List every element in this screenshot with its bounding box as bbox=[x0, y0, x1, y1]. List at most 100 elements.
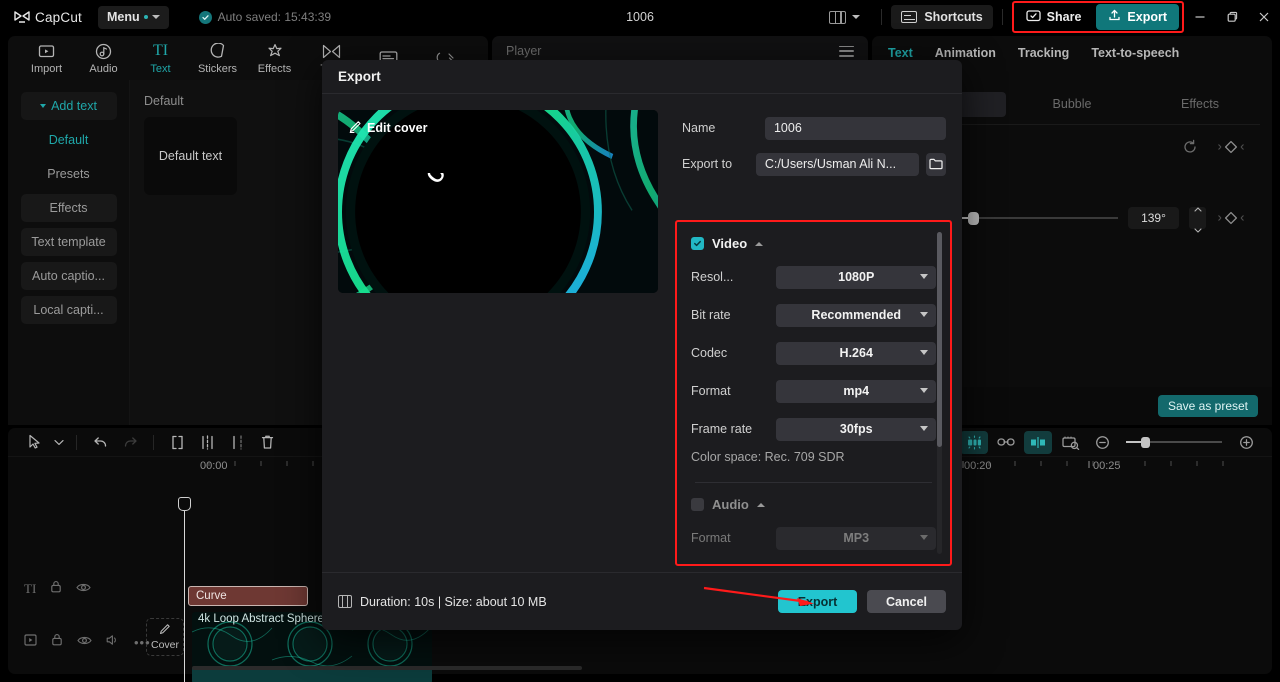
timeline-clip-audio-wave[interactable] bbox=[192, 668, 432, 682]
mute-icon[interactable] bbox=[106, 633, 120, 651]
tool-tab-text[interactable]: TI Text bbox=[132, 42, 189, 75]
visibility-icon[interactable] bbox=[76, 580, 91, 598]
shortcuts-button[interactable]: Shortcuts bbox=[891, 5, 993, 29]
lock-icon[interactable] bbox=[51, 633, 63, 651]
playhead[interactable] bbox=[178, 497, 191, 682]
audio-enable-checkbox[interactable] bbox=[691, 498, 704, 511]
minimize-button[interactable] bbox=[1184, 0, 1216, 34]
zoom-out-icon[interactable] bbox=[1088, 431, 1116, 454]
app-brand-label: CapCut bbox=[35, 9, 82, 25]
delete-icon[interactable] bbox=[252, 429, 282, 455]
keyframe-icon[interactable] bbox=[1216, 210, 1246, 226]
split-right-icon[interactable] bbox=[222, 429, 252, 455]
title-bar: CapCut Menu Auto saved: 15:43:39 1006 Sh… bbox=[0, 0, 1280, 34]
tool-tab-stickers[interactable]: Stickers bbox=[189, 42, 246, 75]
framerate-select[interactable]: 30fps bbox=[776, 417, 936, 441]
name-input[interactable]: 1006 bbox=[764, 116, 946, 140]
link-icon[interactable] bbox=[992, 431, 1020, 454]
cover-curve-word: curve bbox=[423, 173, 503, 190]
select-cursor-icon[interactable] bbox=[20, 429, 50, 455]
subtab-bubble[interactable]: Bubble bbox=[1010, 92, 1134, 117]
sidebar-item-label: Local capti... bbox=[33, 303, 104, 317]
playhead-handle[interactable] bbox=[178, 497, 191, 511]
cover-thumbnail[interactable]: Edit cover curve bbox=[338, 110, 658, 293]
bitrate-row: Bit rate Recommended bbox=[691, 296, 936, 334]
chevron-down-icon bbox=[920, 534, 928, 540]
split-icon[interactable] bbox=[192, 429, 222, 455]
subtab-effects[interactable]: Effects bbox=[1138, 92, 1262, 117]
reset-icon[interactable] bbox=[1182, 139, 1198, 155]
tool-tab-label: Effects bbox=[257, 62, 292, 75]
player-menu-icon[interactable] bbox=[839, 45, 854, 57]
menu-label: Menu bbox=[106, 10, 140, 24]
aspect-ratio-selector[interactable] bbox=[829, 10, 861, 24]
video-enable-checkbox[interactable] bbox=[691, 237, 704, 250]
sidebar-item-default[interactable]: Default bbox=[21, 126, 117, 154]
import-icon bbox=[38, 42, 55, 61]
resolution-select[interactable]: 1080P bbox=[776, 265, 936, 289]
cancel-button[interactable]: Cancel bbox=[867, 590, 946, 613]
edit-cover-button[interactable]: Edit cover bbox=[349, 120, 427, 136]
close-button[interactable] bbox=[1248, 0, 1280, 34]
chevron-up-icon[interactable] bbox=[756, 502, 765, 507]
chevron-up-icon[interactable] bbox=[755, 241, 764, 246]
tab-text-to-speech[interactable]: Text-to-speech bbox=[1091, 46, 1179, 60]
mirror-icon[interactable] bbox=[1056, 431, 1084, 454]
share-button[interactable]: Share bbox=[1017, 5, 1091, 30]
save-as-preset-button[interactable]: Save as preset bbox=[1157, 395, 1258, 417]
zoom-slider-handle[interactable] bbox=[1141, 436, 1150, 448]
menu-button[interactable]: Menu bbox=[97, 5, 169, 29]
export-path-input[interactable]: C:/Users/Usman Ali N... bbox=[755, 152, 919, 176]
sidebar-item-auto-captions[interactable]: Auto captio... bbox=[20, 262, 117, 290]
tool-tab-label: Stickers bbox=[197, 62, 238, 75]
cover-button[interactable]: Cover bbox=[146, 618, 184, 656]
format-select[interactable]: mp4 bbox=[776, 379, 936, 403]
sidebar-item-local-captions[interactable]: Local capti... bbox=[20, 296, 117, 324]
tab-text[interactable]: Text bbox=[888, 46, 913, 60]
audio-format-value: MP3 bbox=[843, 531, 870, 545]
settings-scrollbar-thumb[interactable] bbox=[937, 232, 942, 447]
keyframe-icon[interactable] bbox=[1216, 139, 1246, 155]
framerate-label: Frame rate bbox=[691, 422, 753, 436]
timeline-zoom-slider[interactable] bbox=[1126, 436, 1222, 448]
export-button-topbar[interactable]: Export bbox=[1096, 4, 1179, 30]
duration-info: Duration: 10s | Size: about 10 MB bbox=[338, 595, 547, 609]
stepper-up-icon bbox=[1193, 199, 1202, 217]
split-left-icon[interactable] bbox=[162, 429, 192, 455]
tool-tab-audio[interactable]: Audio bbox=[75, 42, 132, 75]
rotation-stepper[interactable] bbox=[1189, 206, 1206, 233]
sidebar-item-text-template[interactable]: Text template bbox=[20, 228, 117, 256]
slider-handle[interactable] bbox=[968, 212, 979, 225]
sidebar-item-effects[interactable]: Effects bbox=[20, 194, 117, 222]
lock-icon[interactable] bbox=[50, 580, 62, 598]
sidebar-item-label: Auto captio... bbox=[32, 269, 105, 283]
video-section-header: Video bbox=[691, 236, 936, 251]
stickers-icon bbox=[209, 42, 226, 61]
codec-select[interactable]: H.264 bbox=[776, 341, 936, 365]
snap-icon[interactable] bbox=[1024, 430, 1052, 454]
format-label: Format bbox=[691, 384, 731, 398]
tab-tracking[interactable]: Tracking bbox=[1018, 46, 1069, 60]
framerate-value: 30fps bbox=[839, 422, 873, 436]
chevron-down-icon[interactable] bbox=[50, 429, 68, 455]
export-label: Export bbox=[1127, 10, 1167, 24]
text-preset-card[interactable]: Default text bbox=[144, 117, 237, 195]
auto-cut-icon[interactable] bbox=[960, 430, 988, 454]
tool-tab-effects[interactable]: Effects bbox=[246, 42, 303, 75]
audio-format-select[interactable]: MP3 bbox=[776, 526, 936, 550]
timeline-clip-text[interactable]: Curve bbox=[188, 586, 308, 606]
folder-icon[interactable] bbox=[925, 152, 946, 176]
bitrate-select[interactable]: Recommended bbox=[776, 303, 936, 327]
maximize-button[interactable] bbox=[1216, 0, 1248, 34]
zoom-in-icon[interactable] bbox=[1232, 431, 1260, 454]
caret-down-icon bbox=[40, 104, 47, 108]
undo-icon[interactable] bbox=[85, 429, 115, 455]
timeline-horizontal-scrollbar[interactable] bbox=[192, 666, 582, 670]
add-text-button[interactable]: Add text bbox=[20, 92, 117, 120]
tool-tab-import[interactable]: Import bbox=[18, 42, 75, 75]
sidebar-item-presets[interactable]: Presets bbox=[21, 160, 117, 188]
tab-animation[interactable]: Animation bbox=[935, 46, 996, 60]
sidebar-item-label: Effects bbox=[49, 201, 88, 215]
rotation-value[interactable]: 139° bbox=[1128, 207, 1179, 229]
visibility-icon[interactable] bbox=[77, 633, 92, 651]
